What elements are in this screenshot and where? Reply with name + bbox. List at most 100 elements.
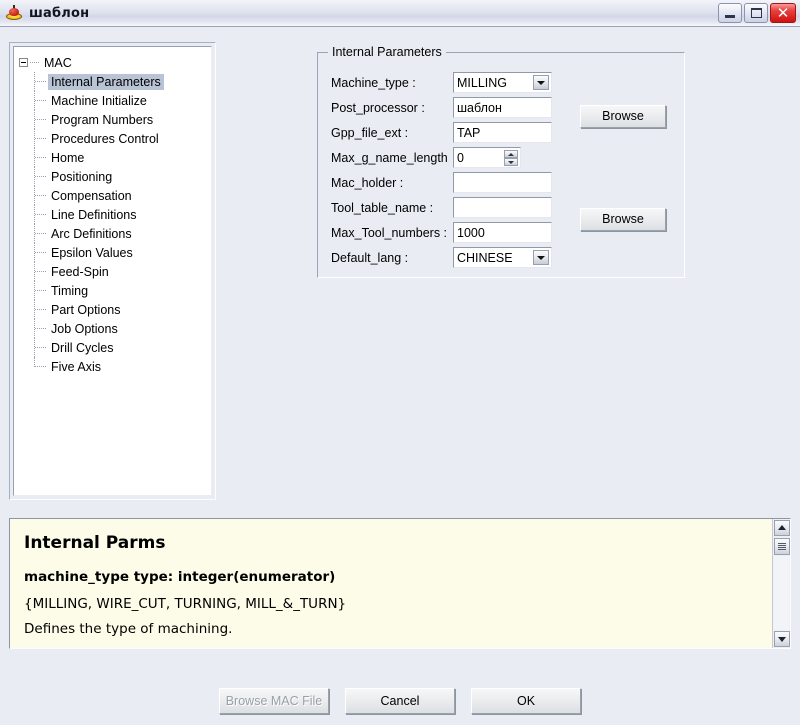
tree-item-arc-definitions[interactable]: Arc Definitions [14,224,211,243]
field-row-mac-holder: Mac_holder : [331,170,552,195]
field-label: Machine_type : [331,75,416,90]
stepper-down-icon[interactable] [504,158,518,166]
expander-minus-icon[interactable] [19,58,28,67]
window-title: шаблон [29,5,90,21]
tree-item-feed-spin[interactable]: Feed-Spin [14,262,211,281]
tree-connector-icon [34,148,48,167]
window-title-bar[interactable]: шаблон ✕ [0,0,800,27]
cancel-button[interactable]: Cancel [345,688,455,714]
help-type-line: machine_type type: integer(enumerator) [24,569,336,585]
tree-connector-icon [34,338,48,357]
max-g-name-length-value: 0 [457,150,464,165]
ok-button[interactable]: OK [471,688,581,714]
machine-type-combo[interactable]: MILLING [453,72,552,93]
help-panel: Internal Parms machine_type type: intege… [9,518,791,649]
tree-item-label: Drill Cycles [51,340,114,355]
tree-item-label: Job Options [51,321,118,336]
tree-list: MAC Internal Parameters Machine Initiali… [14,47,211,376]
dialog-footer: Browse MAC File Cancel OK [0,688,800,714]
tree-item-job-options[interactable]: Job Options [14,319,211,338]
tree-root-label: MAC [44,55,72,70]
tree-item-drill-cycles[interactable]: Drill Cycles [14,338,211,357]
tree-item-label: Machine Initialize [51,93,147,108]
maximize-icon [751,8,762,18]
chevron-down-icon[interactable] [533,250,549,265]
help-heading: Internal Parms [24,533,166,553]
post-processor-value: шаблон [457,100,502,115]
post-processor-input[interactable]: шаблон [453,97,552,118]
field-label: Default_lang : [331,250,409,265]
tree-connector-icon [34,167,48,186]
mac-holder-input[interactable] [453,172,552,193]
max-tool-numbers-value: 1000 [457,225,485,240]
tree-connector-icon [34,357,48,376]
tree-item-part-options[interactable]: Part Options [14,300,211,319]
tree-item-label: Internal Parameters [48,73,164,90]
scroll-down-icon[interactable] [774,631,790,647]
field-row-post-processor: Post_processor : шаблон [331,95,552,120]
tree-item-epsilon-values[interactable]: Epsilon Values [14,243,211,262]
tree-connector-icon [34,262,48,281]
parameters-form: Machine_type : MILLING Post_processor : … [331,70,552,270]
tree-item-positioning[interactable]: Positioning [14,167,211,186]
field-row-gpp-file-ext: Gpp_file_ext : TAP [331,120,552,145]
minimize-icon [725,15,735,18]
tree-item-label: Positioning [51,169,113,184]
help-text: Internal Parms machine_type type: intege… [10,519,772,648]
browse-tool-table-button[interactable]: Browse [580,208,666,231]
tree-item-program-numbers[interactable]: Program Numbers [14,110,211,129]
tree-item-label: Arc Definitions [51,226,132,241]
field-label: Mac_holder : [331,175,404,190]
field-row-max-g-name-length: Max_g_name_length 0 [331,145,552,170]
scrollbar-thumb[interactable] [774,538,790,555]
scroll-up-icon[interactable] [774,520,790,536]
tree-root-mac[interactable]: MAC [14,53,211,72]
tree-item-home[interactable]: Home [14,148,211,167]
machine-type-value: MILLING [457,75,508,90]
tree-connector-icon [34,243,48,262]
scrollbar-track[interactable] [774,556,789,630]
field-row-tool-table-name: Tool_table_name : [331,195,552,220]
default-lang-combo[interactable]: CHINESE [453,247,552,268]
browse-mac-file-button[interactable]: Browse MAC File [219,688,329,714]
minimize-button[interactable] [718,3,742,23]
app-icon [5,4,23,22]
group-title: Internal Parameters [328,45,446,59]
tree-item-timing[interactable]: Timing [14,281,211,300]
tool-table-name-input[interactable] [453,197,552,218]
tree-item-line-definitions[interactable]: Line Definitions [14,205,211,224]
tree-connector-icon [34,72,48,91]
tree-view[interactable]: MAC Internal Parameters Machine Initiali… [13,46,212,496]
field-label: Tool_table_name : [331,200,434,215]
maximize-button[interactable] [744,3,768,23]
tree-connector-icon [34,129,48,148]
close-icon: ✕ [776,4,790,22]
max-g-name-length-stepper[interactable]: 0 [453,147,521,168]
tree-item-internal-parameters[interactable]: Internal Parameters [14,72,211,91]
chevron-down-icon[interactable] [533,75,549,90]
field-label: Max_g_name_length [331,150,448,165]
tree-item-label: Feed-Spin [51,264,109,279]
tree-connector-icon [34,281,48,300]
field-row-max-tool-numbers: Max_Tool_numbers : 1000 [331,220,552,245]
close-button[interactable]: ✕ [770,3,796,23]
tree-item-compensation[interactable]: Compensation [14,186,211,205]
stepper-up-icon[interactable] [504,150,518,158]
default-lang-value: CHINESE [457,250,513,265]
tree-item-label: Five Axis [51,359,102,374]
tree-item-five-axis[interactable]: Five Axis [14,357,211,376]
gpp-file-ext-input[interactable]: TAP [453,122,552,143]
gpp-file-ext-value: TAP [457,125,481,140]
browse-post-processor-button[interactable]: Browse [580,105,666,128]
tree-connector-icon [34,224,48,243]
tree-connector-icon [34,205,48,224]
tree-item-machine-initialize[interactable]: Machine Initialize [14,91,211,110]
help-scrollbar[interactable] [772,519,790,648]
tree-connector-icon [30,62,39,63]
max-tool-numbers-input[interactable]: 1000 [453,222,552,243]
stepper-buttons[interactable] [504,150,518,166]
field-label: Post_processor : [331,100,425,115]
tree-item-procedures-control[interactable]: Procedures Control [14,129,211,148]
tree-connector-icon [34,110,48,129]
internal-parameters-group: Internal Parameters Machine_type : MILLI… [317,45,685,278]
